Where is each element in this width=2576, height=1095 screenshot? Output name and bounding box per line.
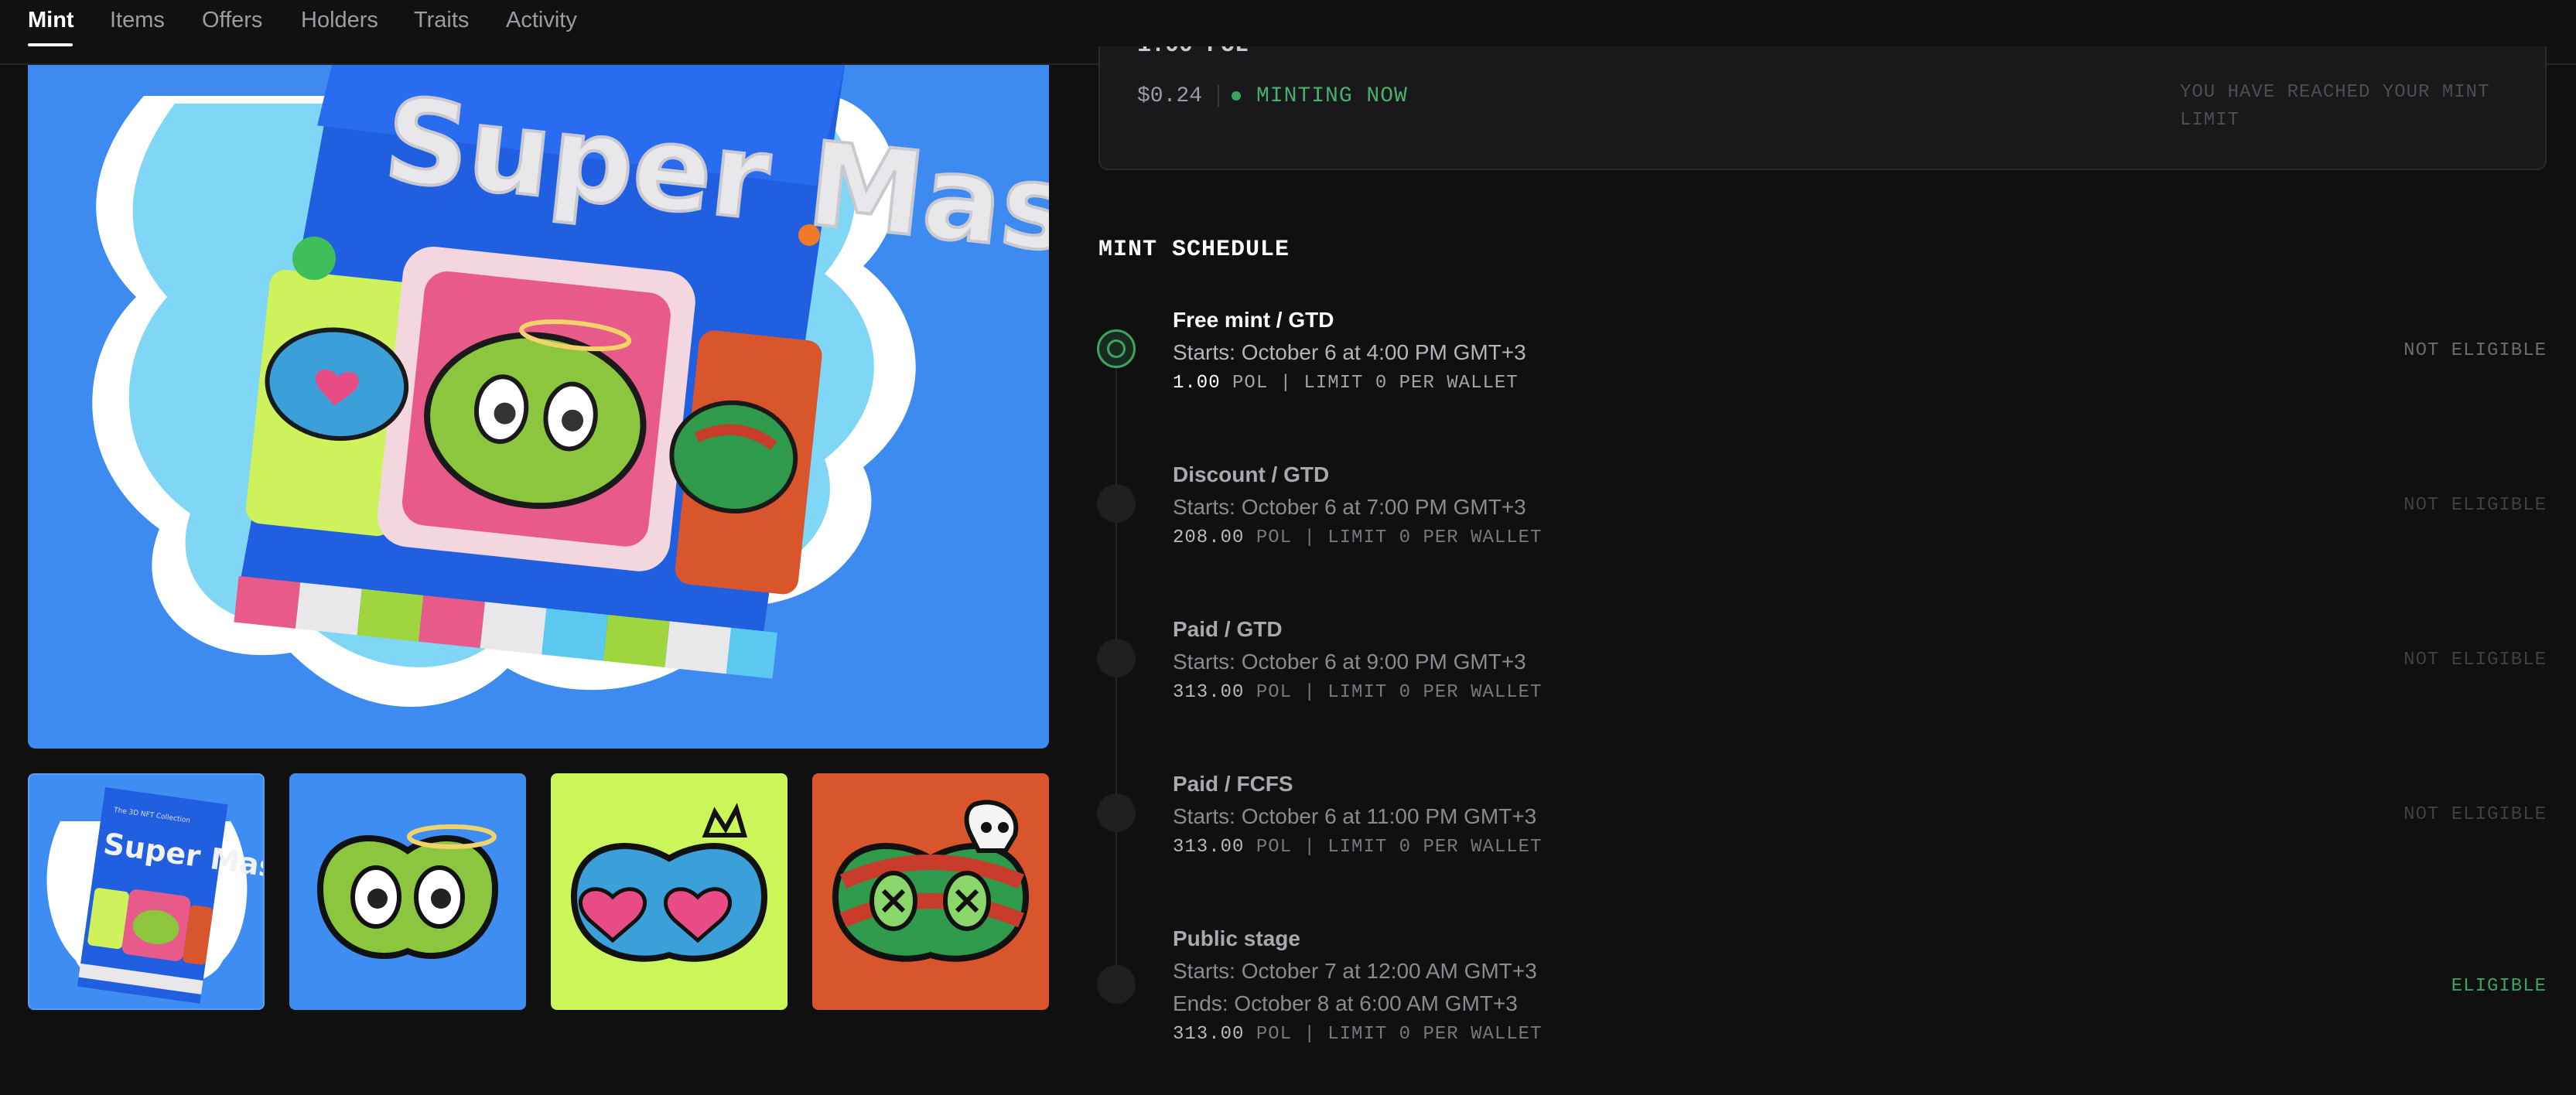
stage-indicator — [1097, 484, 1136, 523]
stage-start-time: Starts: October 6 at 7:00 PM GMT+3 — [1173, 495, 1526, 519]
tab-traits[interactable]: Traits — [414, 8, 469, 33]
stage-eligibility-status: ELIGIBLE — [2451, 976, 2547, 997]
thumbnail-king-mask[interactable] — [551, 773, 787, 1010]
stage-name: Paid / GTD — [1173, 617, 1283, 641]
stage-price-details: POL | LIMIT 0 PER WALLET — [1256, 682, 1543, 703]
tab-offers[interactable]: Offers — [202, 8, 262, 33]
stage-price: 313.00 POL | LIMIT 0 PER WALLET — [1173, 682, 1542, 703]
skull-mask-image — [832, 800, 1030, 962]
stage-price-amount: 313.00 — [1173, 837, 1245, 858]
active-stage-icon — [1107, 339, 1126, 358]
thumbnail-angel-mask[interactable] — [289, 773, 526, 1010]
tab-activity[interactable]: Activity — [506, 8, 577, 33]
angel-mask-image — [316, 824, 499, 960]
stage-price-amount: 1.00 — [1173, 373, 1221, 394]
stage-price: 313.00 POL | LIMIT 0 PER WALLET — [1173, 1024, 1542, 1045]
thumbnail-bag[interactable]: The 3D NFT Collection Super Masks — [28, 773, 265, 1010]
stage-name: Discount / GTD — [1173, 462, 1330, 486]
tab-items[interactable]: Items — [110, 8, 165, 33]
price-divider — [1218, 85, 1219, 107]
stage-eligibility-status: NOT ELIGIBLE — [2403, 495, 2547, 516]
minting-status-text: MINTING NOW — [1256, 84, 1408, 108]
price-value-clipped: 1.00 POL — [1137, 46, 1253, 65]
tab-holders[interactable]: Holders — [301, 8, 378, 33]
mint-limit-message: YOU HAVE REACHED YOUR MINT LIMIT — [2180, 82, 2490, 131]
stage-indicator — [1097, 639, 1136, 677]
stage-eligibility-status: NOT ELIGIBLE — [2403, 650, 2547, 670]
super-masks-bag-illustration: Super Masks — [92, 65, 1049, 707]
stage-name: Public stage — [1173, 926, 1300, 950]
king-mask-image — [570, 803, 768, 962]
stage-name: Free mint / GTD — [1173, 308, 1334, 332]
active-tab-indicator — [28, 43, 73, 46]
stage-end-time: Ends: October 8 at 6:00 AM GMT+3 — [1173, 991, 1518, 1015]
minting-status-dot — [1232, 91, 1241, 101]
stage-price-amount: 208.00 — [1173, 527, 1245, 548]
stage-start-time: Starts: October 6 at 4:00 PM GMT+3 — [1173, 340, 1526, 364]
price-usd: $0.24 — [1137, 84, 1203, 108]
stage-indicator — [1097, 793, 1136, 832]
mint-price-card: 1.00 POL $0.24 MINTING NOW YOU HAVE REAC… — [1098, 46, 2547, 170]
stage-name: Paid / FCFS — [1173, 772, 1293, 796]
collection-hero-image: Super Masks — [28, 65, 1049, 749]
stage-price-details: POL | LIMIT 0 PER WALLET — [1256, 1024, 1543, 1045]
stage-price: 313.00 POL | LIMIT 0 PER WALLET — [1173, 837, 1542, 858]
stage-start-time: Starts: October 7 at 12:00 AM GMT+3 — [1173, 959, 1537, 983]
stage-start-time: Starts: October 6 at 11:00 PM GMT+3 — [1173, 804, 1537, 828]
stage-price: 208.00 POL | LIMIT 0 PER WALLET — [1173, 527, 1542, 548]
thumbnail-bag-image: The 3D NFT Collection Super Masks — [46, 787, 263, 1004]
thumbnail-skull-mask[interactable] — [812, 773, 1049, 1010]
stage-active-indicator — [1097, 329, 1136, 368]
stage-eligibility-status: NOT ELIGIBLE — [2403, 804, 2547, 825]
stage-eligibility-status: NOT ELIGIBLE — [2403, 340, 2547, 361]
stage-start-time: Starts: October 6 at 9:00 PM GMT+3 — [1173, 650, 1526, 674]
stage-price: 1.00 POL | LIMIT 0 PER WALLET — [1173, 373, 1519, 394]
stage-price-amount: 313.00 — [1173, 1024, 1245, 1045]
tab-mint[interactable]: Mint — [28, 8, 74, 33]
stage-price-details: POL | LIMIT 0 PER WALLET — [1232, 373, 1519, 394]
stage-price-details: POL | LIMIT 0 PER WALLET — [1256, 527, 1543, 548]
stage-indicator — [1097, 965, 1136, 1004]
stage-price-amount: 313.00 — [1173, 682, 1245, 703]
mint-schedule-title: MINT SCHEDULE — [1098, 237, 1290, 263]
stage-price-details: POL | LIMIT 0 PER WALLET — [1256, 837, 1543, 858]
